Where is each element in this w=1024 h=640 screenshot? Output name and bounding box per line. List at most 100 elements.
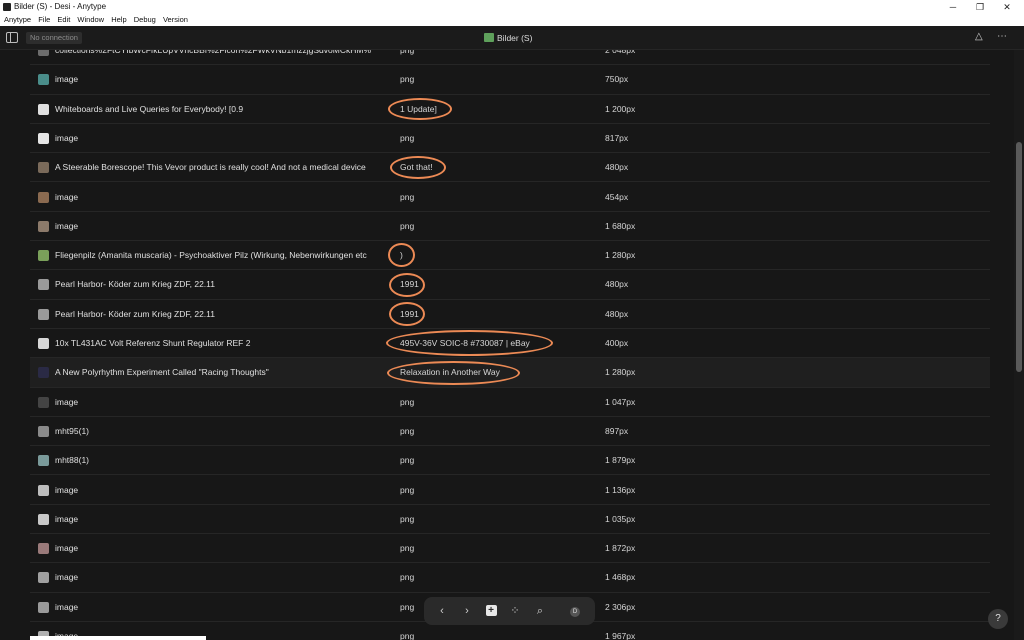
list-item[interactable]: image png 454px <box>30 183 990 212</box>
object-size: 2 048px <box>605 50 636 55</box>
object-type: 1991 <box>400 279 419 290</box>
list-item[interactable]: image png 1 136px <box>30 476 990 505</box>
close-button[interactable]: ✕ <box>990 0 1024 14</box>
object-type: 1 Update] <box>400 103 437 114</box>
object-name: A Steerable Borescope! This Vevor produc… <box>55 162 366 173</box>
object-size: 1 136px <box>605 484 636 495</box>
list-item[interactable]: image png 1 872px <box>30 534 990 564</box>
list-item[interactable]: Whiteboards and Live Queries for Everybo… <box>30 95 990 124</box>
object-name: A New Polyrhythm Experiment Called "Raci… <box>55 367 269 378</box>
thumbnail-icon <box>38 425 49 437</box>
scrollbar[interactable] <box>1014 50 1024 640</box>
object-size: 1 468px <box>605 572 636 583</box>
object-name: Pearl Harbor- Köder zum Krieg ZDF, 22.11 <box>55 308 215 319</box>
object-size: 1 035px <box>605 513 636 524</box>
object-name: image <box>55 74 79 85</box>
add-object-button[interactable]: + <box>482 602 500 620</box>
menu-bar: Anytype File Edit Window Help Debug Vers… <box>0 14 1024 26</box>
list-item[interactable]: 10x TL431AC Volt Referenz Shunt Regulato… <box>30 329 990 359</box>
object-type: png <box>400 543 415 554</box>
page-title-text: Bilder (S) <box>497 33 533 43</box>
object-size: 817px <box>605 132 629 143</box>
menu-edit[interactable]: Edit <box>57 14 70 26</box>
menu-debug[interactable]: Debug <box>134 14 156 26</box>
object-name: collections%2FtCYIbWcFfkLUpVVhcBBf%2Fico… <box>55 50 372 55</box>
page-image-icon <box>484 33 494 42</box>
object-name: 10x TL431AC Volt Referenz Shunt Regulato… <box>55 338 251 348</box>
connection-status-badge: No connection <box>26 32 82 44</box>
list-item[interactable]: image png 817px <box>30 124 990 154</box>
graph-icon[interactable]: △ <box>975 31 983 42</box>
page-title[interactable]: Bilder (S) <box>484 32 532 44</box>
list-item[interactable]: Pearl Harbor- Köder zum Krieg ZDF, 22.11… <box>30 300 990 329</box>
thumbnail-icon <box>38 308 49 320</box>
plus-icon: + <box>485 605 497 616</box>
object-size: 750px <box>605 74 629 85</box>
object-name: mht95(1) <box>55 425 90 436</box>
object-size: 2 306px <box>605 601 636 612</box>
thumbnail-icon <box>38 162 49 174</box>
object-name: image <box>55 484 79 495</box>
thumbnail-icon <box>38 50 49 56</box>
window-titlebar: Bilder (S) - Desi - Anytype ─ ❐ ✕ <box>0 0 1024 14</box>
bottom-navigation: ‹ › + ⁘ ⌕ D <box>424 597 595 625</box>
object-size: 1 280px <box>605 250 636 261</box>
list-item[interactable]: A Steerable Borescope! This Vevor produc… <box>30 153 990 183</box>
menu-anytype[interactable]: Anytype <box>4 14 31 26</box>
list-item[interactable]: Fliegenpilz (Amanita muscaria) - Psychoa… <box>30 241 990 271</box>
list-item[interactable]: image png 1 035px <box>30 505 990 535</box>
object-size: 1 200px <box>605 103 636 114</box>
sidebar-toggle-icon[interactable] <box>6 32 18 43</box>
more-icon[interactable]: ⋯ <box>997 31 1008 42</box>
list-item[interactable]: Pearl Harbor- Köder zum Krieg ZDF, 22.11… <box>30 270 990 300</box>
object-size: 1 680px <box>605 220 636 231</box>
list-item[interactable]: mht95(1) png 897px <box>30 417 990 447</box>
search-icon[interactable]: ⌕ <box>531 602 549 620</box>
object-size: 480px <box>605 162 629 173</box>
list-item[interactable]: image png 1 680px <box>30 212 990 242</box>
object-name: image <box>55 543 79 554</box>
object-type: png <box>400 191 415 202</box>
scrollbar-thumb[interactable] <box>1016 142 1022 372</box>
object-size: 454px <box>605 191 629 202</box>
list-item[interactable]: mht88(1) png 1 879px <box>30 446 990 476</box>
object-type: png <box>400 484 415 495</box>
object-name: image <box>55 191 79 202</box>
list-item[interactable]: collections%2FtCYIbWcFfkLUpVVhcBBf%2Fico… <box>30 50 990 66</box>
object-size: 480px <box>605 279 629 290</box>
list-item[interactable]: image png 1 047px <box>30 388 990 417</box>
thumbnail-icon <box>38 220 49 232</box>
object-name: image <box>55 572 79 583</box>
thumbnail-icon <box>38 103 49 115</box>
object-type: png <box>400 513 415 524</box>
object-name: mht88(1) <box>55 455 90 466</box>
forward-arrow-icon[interactable]: › <box>458 602 476 620</box>
profile-button[interactable]: D <box>566 602 584 620</box>
object-type: Got that! <box>400 162 433 173</box>
app-header: No connection Bilder (S) △ ⋯ <box>0 26 1024 50</box>
help-button[interactable]: ? <box>988 609 1008 629</box>
list-item[interactable]: image png 1 468px <box>30 563 990 593</box>
anytype-app-icon <box>3 3 11 11</box>
menu-version[interactable]: Version <box>163 14 188 26</box>
object-type: png <box>400 132 415 143</box>
window-title: Bilder (S) - Desi - Anytype <box>14 2 107 11</box>
object-size: 1 872px <box>605 543 636 554</box>
menu-help[interactable]: Help <box>111 14 126 26</box>
menu-window[interactable]: Window <box>77 14 104 26</box>
thumbnail-icon <box>38 191 49 203</box>
object-name: Pearl Harbor- Köder zum Krieg ZDF, 22.11 <box>55 279 215 290</box>
menu-file[interactable]: File <box>38 14 50 26</box>
thumbnail-icon <box>38 74 49 86</box>
overlay-strip <box>30 636 206 640</box>
object-size: 1 047px <box>605 396 636 407</box>
list-item[interactable]: image png 750px <box>30 65 990 95</box>
object-name: image <box>55 220 79 231</box>
back-arrow-icon[interactable]: ‹ <box>433 602 451 620</box>
object-type: png <box>400 455 415 466</box>
graph-icon[interactable]: ⁘ <box>506 602 524 620</box>
thumbnail-icon <box>38 513 49 525</box>
thumbnail-icon <box>38 543 49 555</box>
object-type: Relaxation in Another Way <box>400 367 500 378</box>
list-item[interactable]: A New Polyrhythm Experiment Called "Raci… <box>30 358 990 388</box>
